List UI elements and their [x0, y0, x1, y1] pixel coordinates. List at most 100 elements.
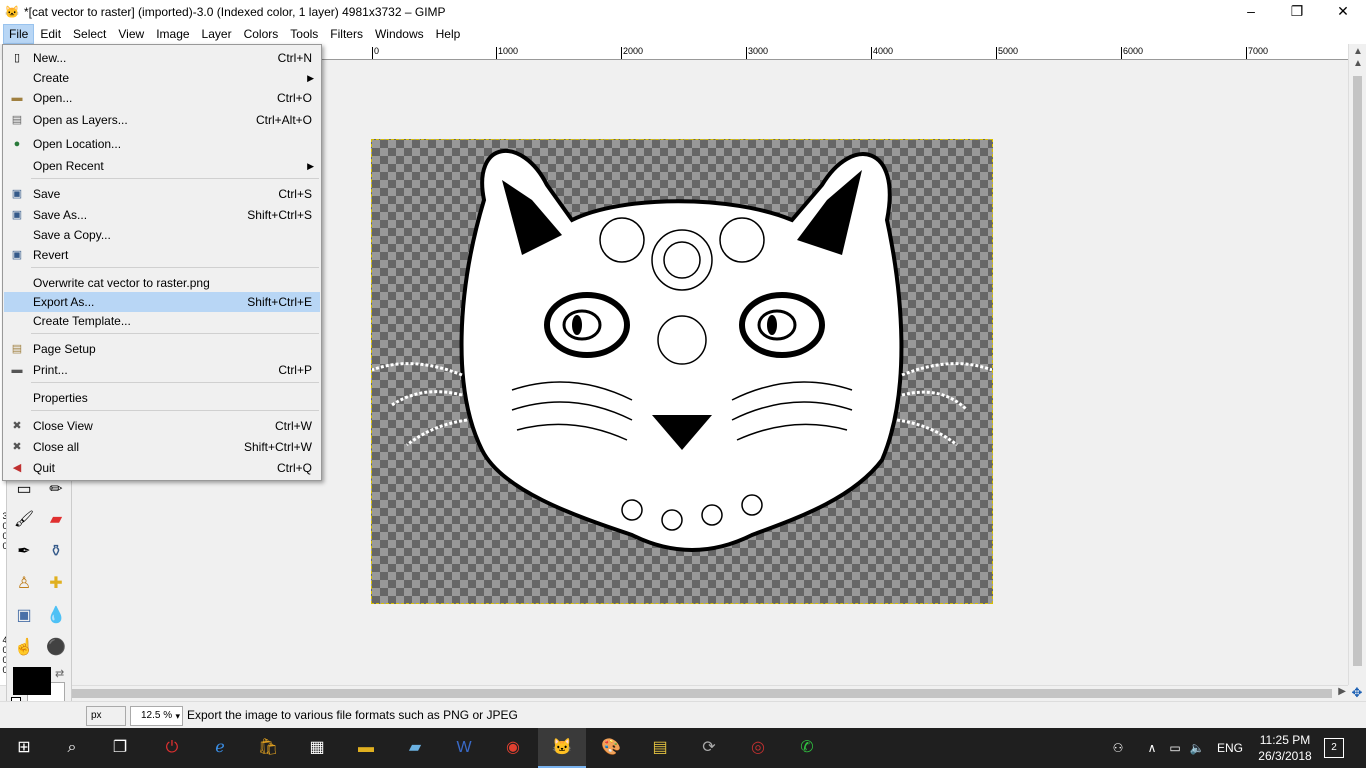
- ruler-label: 3000: [746, 47, 768, 59]
- menu-file[interactable]: File: [3, 24, 35, 44]
- menu-item-label: Open...: [33, 91, 73, 105]
- task-view-icon[interactable]: ❐: [96, 728, 144, 768]
- language-indicator[interactable]: ENG: [1212, 728, 1248, 768]
- scroll-up-step-icon[interactable]: ▲: [1349, 58, 1366, 69]
- whatsapp-icon[interactable]: ✆: [783, 728, 831, 768]
- menu-item-shortcut: Ctrl+S: [278, 187, 312, 201]
- menu-colors[interactable]: Colors: [238, 24, 285, 44]
- volume-icon[interactable]: 🔈: [1186, 728, 1208, 768]
- image-layer[interactable]: [371, 139, 993, 604]
- menu-item-page-setup[interactable]: ▤ Page Setup: [4, 339, 320, 359]
- menu-item-open-as-layers[interactable]: ▤ Open as Layers... Ctrl+Alt+O: [4, 110, 320, 130]
- notification-center-icon[interactable]: 2: [1324, 738, 1344, 758]
- window-controls: – ❐ ✕: [1228, 0, 1366, 24]
- menu-item-overwrite[interactable]: Overwrite cat vector to raster.png: [4, 273, 320, 293]
- windows-taskbar: ⊞ ⌕ ❐ ⏻ ℯ 🛍 ▦ ▬ ▰ W ◉ 🐱 🎨 ▤ ⟳ ◎ ✆ ⚇ ∧ ▭ …: [0, 728, 1366, 768]
- gimp-taskbar-icon[interactable]: 🐱: [538, 728, 586, 768]
- chevron-down-icon[interactable]: ▾: [175, 707, 180, 725]
- ruler-label: 0: [372, 47, 379, 59]
- menu-item-close-view[interactable]: ✖ Close View Ctrl+W: [4, 416, 320, 436]
- menu-tools[interactable]: Tools: [284, 24, 324, 44]
- menu-item-revert[interactable]: ▣ Revert: [4, 245, 320, 265]
- menu-item-open[interactable]: ▬ Open... Ctrl+O: [4, 88, 320, 108]
- airbrush-tool-icon[interactable]: ✒: [13, 541, 35, 563]
- tray-expand-icon[interactable]: ∧: [1142, 728, 1162, 768]
- globe-icon: ●: [13, 138, 21, 150]
- perspective-clone-tool-icon[interactable]: ▣: [13, 605, 35, 627]
- paint-app-icon[interactable]: 🎨: [587, 728, 635, 768]
- ruler-label: 1000: [496, 47, 518, 59]
- menu-windows[interactable]: Windows: [369, 24, 430, 44]
- power-app-icon[interactable]: ⏻: [148, 728, 196, 768]
- menu-item-label: Create Template...: [33, 314, 131, 328]
- blur-tool-icon[interactable]: 💧: [45, 605, 67, 627]
- menu-item-label: Open Recent: [33, 159, 104, 173]
- clone-tool-icon[interactable]: ♙: [13, 573, 35, 595]
- menu-item-shortcut: Ctrl+W: [275, 419, 312, 433]
- menu-item-save[interactable]: ▣ Save Ctrl+S: [4, 184, 320, 204]
- foreground-color-swatch-top[interactable]: [13, 667, 51, 695]
- edge-browser-icon[interactable]: ℯ: [196, 728, 244, 768]
- minimize-button[interactable]: –: [1228, 0, 1274, 24]
- menu-item-export-as[interactable]: Export As... Shift+Ctrl+E: [4, 292, 320, 312]
- dodge-burn-tool-icon[interactable]: ⚫: [45, 637, 67, 659]
- menu-help[interactable]: Help: [430, 24, 467, 44]
- menu-item-save-as[interactable]: ▣ Save As... Shift+Ctrl+S: [4, 205, 320, 225]
- maximize-button[interactable]: ❐: [1274, 0, 1320, 24]
- close-button[interactable]: ✕: [1320, 0, 1366, 24]
- taskbar-clock[interactable]: 11:25 PM 26/3/2018: [1255, 732, 1315, 764]
- pencil-tool-icon[interactable]: ✏: [45, 479, 67, 501]
- chrome-icon[interactable]: ◉: [489, 728, 537, 768]
- close-x-icon: ✖: [12, 420, 22, 432]
- gradient-tool-icon[interactable]: ▭: [13, 479, 35, 501]
- ink-tool-icon[interactable]: ⚱: [45, 541, 67, 563]
- notes-app-icon[interactable]: ▰: [391, 728, 439, 768]
- vertical-scrollbar[interactable]: ▲ ▲: [1348, 44, 1366, 685]
- menu-item-label: Overwrite cat vector to raster.png: [33, 276, 210, 290]
- navigate-icon[interactable]: ✥: [1348, 685, 1366, 701]
- calculator-icon[interactable]: ▦: [293, 728, 341, 768]
- menu-select[interactable]: Select: [67, 24, 112, 44]
- start-button-icon[interactable]: ⊞: [0, 728, 48, 768]
- menu-item-close-all[interactable]: ✖ Close all Shift+Ctrl+W: [4, 437, 320, 457]
- menu-layer[interactable]: Layer: [196, 24, 238, 44]
- people-icon[interactable]: ⚇: [1104, 728, 1132, 768]
- menu-filters[interactable]: Filters: [324, 24, 369, 44]
- menu-item-save-a-copy[interactable]: Save a Copy...: [4, 225, 320, 245]
- menu-item-create[interactable]: Create ▶: [4, 68, 320, 88]
- menu-separator: [31, 267, 319, 268]
- vertical-scroll-thumb[interactable]: [1353, 76, 1362, 666]
- heal-tool-icon[interactable]: ✚: [45, 573, 67, 595]
- search-icon[interactable]: ⌕: [48, 728, 96, 768]
- paintbrush-tool-icon[interactable]: 🖌: [13, 509, 35, 531]
- menu-image[interactable]: Image: [150, 24, 195, 44]
- menu-item-print[interactable]: ▬ Print... Ctrl+P: [4, 360, 320, 380]
- menu-item-quit[interactable]: ◀ Quit Ctrl+Q: [4, 458, 320, 478]
- menu-item-shortcut: Ctrl+Q: [276, 461, 312, 475]
- scroll-up-icon[interactable]: ▲: [1349, 46, 1366, 57]
- menu-view[interactable]: View: [112, 24, 150, 44]
- horizontal-scrollbar[interactable]: ▶: [0, 685, 1348, 701]
- documents-folder-icon[interactable]: ▤: [636, 728, 684, 768]
- menu-item-create-template[interactable]: Create Template...: [4, 311, 320, 331]
- swap-colors-icon[interactable]: ⇄: [55, 667, 64, 680]
- menu-item-properties[interactable]: Properties: [4, 388, 320, 408]
- scroll-right-icon[interactable]: ▶: [1338, 686, 1346, 697]
- media-app-icon[interactable]: ⟳: [685, 728, 733, 768]
- menu-item-open-recent[interactable]: Open Recent ▶: [4, 156, 320, 176]
- file-explorer-icon[interactable]: ▬: [342, 728, 390, 768]
- menu-edit[interactable]: Edit: [34, 24, 67, 44]
- word-icon[interactable]: W: [440, 728, 488, 768]
- smudge-tool-icon[interactable]: ☝: [13, 637, 35, 659]
- menu-item-open-location[interactable]: ● Open Location...: [4, 134, 320, 154]
- unit-selector[interactable]: px: [86, 706, 126, 726]
- eraser-tool-icon[interactable]: ▰: [45, 509, 67, 531]
- zoom-selector[interactable]: 12.5 % ▾: [130, 706, 183, 726]
- horizontal-ruler[interactable]: 0 1000 2000 3000 4000 5000 6000 7000: [322, 44, 1348, 60]
- battery-icon[interactable]: ▭: [1164, 728, 1186, 768]
- menu-item-new[interactable]: ▯ New... Ctrl+N: [4, 48, 320, 68]
- game-app-icon[interactable]: ◎: [734, 728, 782, 768]
- page-setup-icon: ▤: [11, 343, 23, 355]
- horizontal-scroll-thumb[interactable]: [14, 689, 1332, 698]
- store-icon[interactable]: 🛍: [244, 728, 292, 768]
